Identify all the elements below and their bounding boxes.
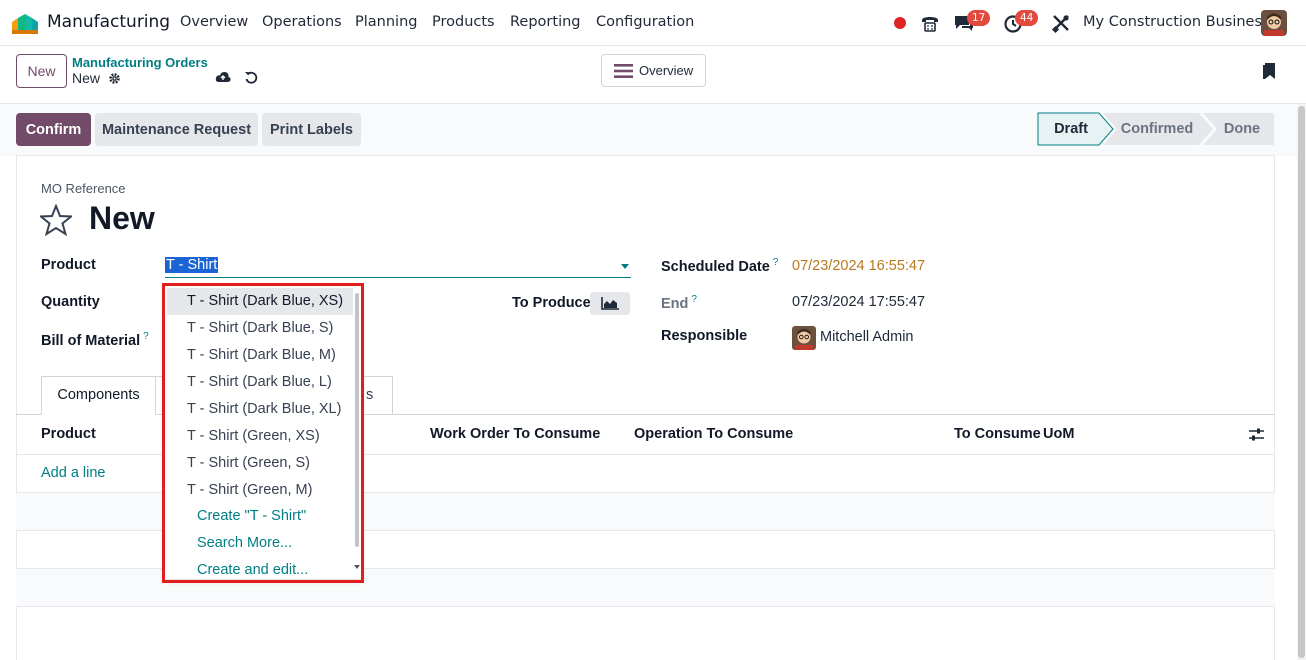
end-label-text: End bbox=[661, 295, 689, 312]
scheduled-date-label: Scheduled Date? bbox=[661, 257, 778, 275]
bom-help-icon[interactable]: ? bbox=[143, 331, 149, 342]
bill-of-material-label-text: Bill of Material bbox=[41, 332, 141, 349]
menu-configuration[interactable]: Configuration bbox=[596, 14, 694, 30]
breadcrumb-manufacturing-orders[interactable]: Manufacturing Orders bbox=[72, 55, 208, 70]
status-done[interactable]: Done bbox=[1217, 112, 1267, 146]
scheduled-date-value[interactable]: 07/23/2024 16:55:47 bbox=[792, 258, 925, 274]
bill-of-material-label: Bill of Material? bbox=[41, 331, 149, 349]
record-name: New bbox=[72, 70, 101, 86]
end-label: End? bbox=[661, 294, 697, 312]
responsible-label: Responsible bbox=[661, 328, 748, 344]
mo-reference-label: MO Reference bbox=[41, 181, 126, 196]
menu-products[interactable]: Products bbox=[432, 14, 495, 30]
manufacturing-app-icon[interactable] bbox=[12, 12, 38, 34]
save-cloud-icon[interactable] bbox=[215, 70, 231, 84]
debug-tools-icon[interactable] bbox=[1050, 12, 1072, 34]
discard-undo-icon[interactable] bbox=[244, 70, 258, 84]
activity-count-badge: 44 bbox=[1015, 10, 1039, 26]
priority-star-icon[interactable] bbox=[40, 204, 72, 236]
col-uom[interactable]: UoM bbox=[1043, 426, 1074, 442]
user-avatar[interactable] bbox=[1261, 10, 1287, 36]
chat-count-badge: 17 bbox=[967, 10, 991, 26]
scheduled-help-icon[interactable]: ? bbox=[773, 257, 779, 268]
menu-lines-icon bbox=[614, 64, 633, 78]
end-help-icon[interactable]: ? bbox=[691, 294, 697, 305]
new-button[interactable]: New bbox=[16, 54, 67, 88]
print-labels-button[interactable]: Print Labels bbox=[262, 113, 361, 146]
product-label: Product bbox=[41, 257, 96, 273]
action-bar: Confirm Maintenance Request Print Labels… bbox=[0, 104, 1306, 156]
mo-title: New bbox=[89, 200, 155, 236]
product-field[interactable]: T - Shirt bbox=[165, 256, 631, 278]
maintenance-request-button[interactable]: Maintenance Request bbox=[95, 113, 258, 146]
tab-other-label: s bbox=[366, 387, 374, 403]
end-date-value: 07/23/2024 17:55:47 bbox=[792, 294, 926, 310]
scheduled-date-label-text: Scheduled Date bbox=[661, 258, 770, 275]
quantity-label: Quantity bbox=[41, 294, 100, 310]
menu-operations[interactable]: Operations bbox=[262, 14, 342, 30]
bookmark-icon[interactable] bbox=[1263, 62, 1277, 80]
overview-button[interactable]: Overview bbox=[601, 54, 706, 87]
menu-overview[interactable]: Overview bbox=[180, 14, 248, 30]
row-divider bbox=[16, 606, 1275, 607]
recording-indicator[interactable] bbox=[894, 17, 906, 29]
page-scrollbar[interactable] bbox=[1297, 104, 1306, 660]
highlight-annotation bbox=[162, 283, 364, 583]
chevron-down-icon[interactable] bbox=[621, 264, 629, 269]
area-chart-icon bbox=[601, 297, 619, 310]
responsible-avatar bbox=[792, 326, 816, 350]
col-operation-to-consume[interactable]: Operation To Consume bbox=[634, 426, 793, 442]
app-name[interactable]: Manufacturing bbox=[47, 12, 170, 32]
menu-reporting[interactable]: Reporting bbox=[510, 14, 581, 30]
control-panel: New Manufacturing Orders New Overview bbox=[0, 46, 1306, 104]
confirm-button[interactable]: Confirm bbox=[16, 113, 91, 146]
company-switcher[interactable]: My Construction Business bbox=[1083, 14, 1270, 30]
tab-components[interactable]: Components bbox=[41, 376, 156, 415]
optional-columns-icon[interactable] bbox=[1249, 427, 1264, 442]
page-scrollbar-thumb[interactable] bbox=[1298, 106, 1305, 658]
to-produce-label: To Produce bbox=[512, 295, 591, 311]
status-bar: Draft Confirmed Done bbox=[1037, 112, 1274, 146]
col-product[interactable]: Product bbox=[41, 426, 96, 442]
overview-label: Overview bbox=[639, 63, 694, 78]
status-draft[interactable]: Draft bbox=[1037, 112, 1105, 146]
add-a-line-link[interactable]: Add a line bbox=[41, 465, 106, 481]
gear-icon[interactable] bbox=[108, 72, 121, 85]
status-confirmed[interactable]: Confirmed bbox=[1115, 112, 1199, 146]
phone-icon[interactable] bbox=[919, 12, 941, 34]
menu-planning[interactable]: Planning bbox=[355, 14, 417, 30]
top-navbar: Manufacturing Overview Operations Planni… bbox=[0, 0, 1306, 46]
product-input-value[interactable]: T - Shirt bbox=[165, 257, 219, 273]
forecast-report-button[interactable] bbox=[590, 292, 630, 315]
col-to-consume[interactable]: To Consume bbox=[954, 426, 1041, 442]
responsible-value[interactable]: Mitchell Admin bbox=[820, 329, 913, 345]
col-work-order-to-consume[interactable]: Work Order To Consume bbox=[430, 426, 600, 442]
